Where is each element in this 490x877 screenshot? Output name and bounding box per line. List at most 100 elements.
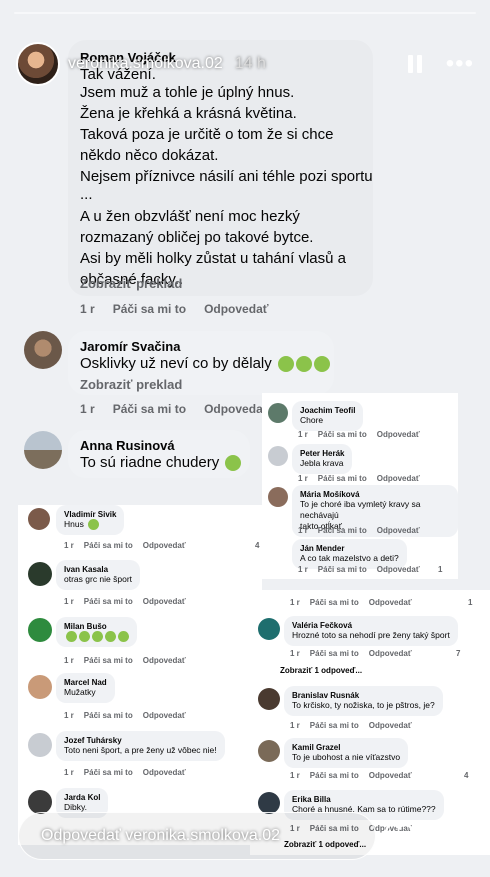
heart-icon[interactable] — [384, 822, 414, 855]
comment-time: 1 r — [298, 526, 308, 535]
nauseated-face-icon — [92, 631, 103, 643]
nauseated-face-icon — [105, 631, 116, 643]
comment-text: To krčisko, ty nožiska, to je pštros, je… — [292, 700, 435, 710]
comment-time: 1 r — [64, 541, 74, 550]
reply-button[interactable]: Odpovedať — [369, 721, 412, 730]
comment-author[interactable]: Ján Mender — [300, 544, 399, 553]
nauseated-face-icon — [225, 455, 242, 472]
view-replies-link[interactable]: Zobraziť 1 odpoveď... — [280, 666, 362, 675]
avatar[interactable] — [28, 733, 52, 757]
comment-text: To sú riadne chudery — [80, 454, 220, 471]
avatar[interactable] — [268, 403, 288, 423]
like-button[interactable]: Páči sa mi to — [318, 474, 367, 483]
comment-author[interactable]: Erika Billa — [292, 795, 436, 804]
like-button[interactable]: Páči sa mi to — [310, 771, 359, 780]
comment-author[interactable]: Branislav Rusnák — [292, 691, 435, 700]
nauseated-face-icon — [88, 519, 100, 531]
pause-icon[interactable] — [407, 55, 422, 73]
avatar[interactable] — [258, 792, 280, 814]
comment-author[interactable]: Mária Mošíková — [300, 490, 450, 499]
comment-bubble: Anna Rusinová To sú riadne chudery — [68, 430, 250, 478]
avatar[interactable] — [28, 508, 50, 530]
more-options-icon[interactable]: ••• — [446, 50, 474, 78]
like-button[interactable]: Páči sa mi to — [84, 711, 133, 720]
reply-button[interactable]: Odpovedať — [143, 711, 186, 720]
avatar[interactable] — [258, 618, 280, 640]
story-reply-input[interactable]: Odpovedať veronika.smolkova.02 — [18, 812, 376, 860]
comment-text: otras grc nie šport — [64, 574, 133, 584]
comment-text: Hrozné toto sa nehodí pre ženy taký špor… — [292, 630, 450, 640]
like-button[interactable]: Páči sa mi to — [318, 565, 367, 574]
reply-button[interactable]: Odpovedať — [204, 402, 268, 416]
comment-author[interactable]: Joachim Teofil — [300, 406, 355, 415]
reply-button[interactable]: Odpovedať — [377, 565, 420, 574]
username[interactable]: veronika.smolkova.02 — [68, 55, 223, 73]
comment-time: 1 r — [290, 721, 300, 730]
reply-button[interactable]: Odpovedať — [369, 771, 412, 780]
story-view: veronika.smolkova.02 14 h ••• Roman Vojá… — [0, 0, 490, 877]
like-button[interactable]: Páči sa mi to — [113, 302, 186, 316]
reply-button[interactable]: Odpovedať — [377, 474, 420, 483]
reply-button[interactable]: Odpovedať — [377, 430, 420, 439]
like-button[interactable]: Páči sa mi to — [310, 721, 359, 730]
left-comment-screenshot: Vladimír Sivik Hnus 1 r Páči sa mi to Od… — [18, 505, 262, 845]
comment-author[interactable]: Vladimír Sivik — [64, 510, 116, 519]
reply-button[interactable]: Odpovedať — [369, 649, 412, 658]
comment-author[interactable]: Jozef Tuhársky — [64, 736, 217, 745]
avatar[interactable] — [28, 618, 52, 642]
avatar[interactable] — [258, 688, 280, 710]
comment-author[interactable]: Ivan Kasala — [64, 565, 132, 574]
like-button[interactable]: Páči sa mi to — [84, 656, 133, 665]
comment-time: 1 r — [64, 768, 74, 777]
like-button[interactable]: Páči sa mi to — [84, 541, 133, 550]
comment-actions: 1 r Páči sa mi to Odpovedať — [80, 402, 269, 416]
avatar[interactable] — [24, 431, 62, 469]
comment-author[interactable]: Jarda Kol — [64, 793, 100, 802]
avatar[interactable] — [16, 42, 60, 86]
see-translation-link[interactable]: Zobraziť preklad — [80, 377, 182, 392]
avatar[interactable] — [258, 740, 280, 762]
send-icon[interactable] — [436, 823, 464, 854]
comment-time: 1 r — [298, 430, 308, 439]
reply-button[interactable]: Odpovedať — [143, 597, 186, 606]
comment-bubble: Ivan Kasala otras grc nie šport — [56, 560, 141, 590]
comment-author[interactable]: Jaromír Svačina — [80, 339, 180, 354]
reply-button[interactable]: Odpovedať — [377, 526, 420, 535]
avatar[interactable] — [28, 562, 52, 586]
reply-button[interactable]: Odpovedať — [143, 541, 186, 550]
comment-text: To je choré iba vymletý kravy sa necháva… — [300, 499, 421, 520]
post-time: 14 h — [234, 55, 266, 72]
like-button[interactable]: Páči sa mi to — [310, 649, 359, 658]
reaction-count: 1 — [438, 565, 443, 574]
avatar[interactable] — [268, 446, 288, 466]
like-button[interactable]: Páči sa mi to — [113, 402, 186, 416]
comment-author[interactable]: Valéria Fečková — [292, 621, 450, 630]
like-button[interactable]: Páči sa mi to — [84, 597, 133, 606]
comment-bubble: Valéria Fečková Hrozné toto sa nehodí pr… — [284, 616, 458, 646]
like-button[interactable]: Páči sa mi to — [310, 598, 359, 607]
comment-time: 1 r — [298, 474, 308, 483]
reply-button[interactable]: Odpovedať — [369, 598, 412, 607]
comment-text: Mužatky — [64, 687, 96, 697]
like-button[interactable]: Páči sa mi to — [318, 526, 367, 535]
like-button[interactable]: Páči sa mi to — [318, 430, 367, 439]
reply-button[interactable]: Odpovedať — [204, 302, 268, 316]
nauseated-face-icon — [66, 631, 77, 643]
avatar[interactable] — [24, 331, 62, 369]
avatar[interactable] — [268, 487, 288, 507]
comment-bubble: Peter Herák Jebla krava — [292, 444, 353, 474]
comment-author[interactable]: Kamil Grazel — [292, 743, 400, 752]
comment-time: 1 r — [290, 598, 300, 607]
like-button[interactable]: Páči sa mi to — [84, 768, 133, 777]
nauseated-face-icon — [79, 631, 90, 643]
reaction-count: 1 — [468, 598, 473, 607]
reply-button[interactable]: Odpovedať — [143, 768, 186, 777]
avatar[interactable] — [28, 790, 52, 814]
comment-author[interactable]: Peter Herák — [300, 449, 344, 458]
comment-author[interactable]: Anna Rusinová — [80, 438, 175, 453]
see-translation-link[interactable]: Zobraziť preklad — [80, 276, 182, 291]
comment-author[interactable]: Marcel Nad — [64, 678, 107, 687]
avatar[interactable] — [28, 675, 52, 699]
comment-author[interactable]: Milan Bušo — [64, 622, 129, 631]
reply-button[interactable]: Odpovedať — [143, 656, 186, 665]
